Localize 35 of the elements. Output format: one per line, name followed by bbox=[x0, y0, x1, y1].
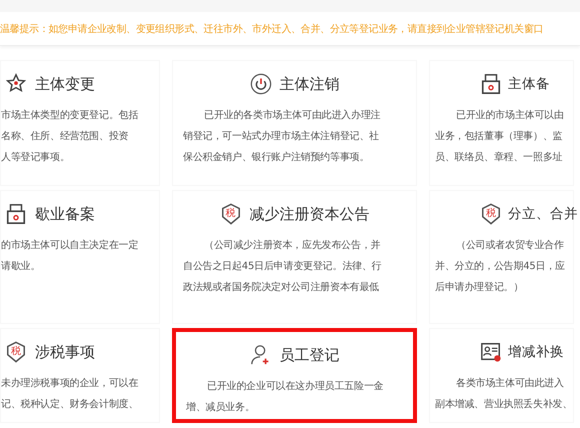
service-card[interactable]: 增减补换 各类市场主体可由此进入 副本增减、营业执照丢失补发、 bbox=[429, 328, 574, 423]
service-card[interactable]: 税 减少注册资本公告 （公司减少注册资本，应先发布公告，并 自公告之日起45日后申请变更登记。法律、行 政法规或者国务院决定对公司注册资本有最低 bbox=[172, 190, 417, 324]
card-title: 员工登记 bbox=[280, 346, 340, 364]
service-card[interactable]: 主体注销 已开业的各类市场主体可由此进入办理注 销登记，可一站式办理市场主体注销登记、社 保公积金销户、银行账户注销预约等事项。 bbox=[172, 60, 417, 186]
card-title: 主体变更 bbox=[35, 74, 95, 94]
printer-icon bbox=[5, 203, 27, 225]
card-title: 歇业备案 bbox=[35, 204, 95, 224]
card-description: 各类市场主体可由此进入 副本增减、营业执照丢失补发、 bbox=[434, 376, 573, 412]
tax-shield-icon: 税 bbox=[220, 203, 242, 225]
card-title: 主体备 bbox=[508, 75, 550, 93]
card-description: 市场主体类型的变更登记。包括 名称、住所、经营范围、投资 人等登记事项。 bbox=[1, 108, 140, 165]
id-card-icon bbox=[480, 341, 502, 363]
card-description: 已开业的市场主体可以由 业务，包括董事（理事）、监 员、联络员、章程、一照多址 bbox=[434, 108, 565, 165]
card-description: （公司减少注册资本，应先发布公告，并 自公告之日起45日后申请变更登记。法律、行 政法规或者国务院决定对公司注册资本有最低 bbox=[182, 238, 383, 295]
printer-icon bbox=[480, 73, 502, 95]
star-icon bbox=[5, 73, 27, 95]
card-title: 减少注册资本公告 bbox=[250, 204, 370, 224]
user-add-icon bbox=[250, 344, 272, 366]
service-card[interactable]: 税 涉税事项 未办理涉税事项的企业，可以在 记、税种认定、财务会计制度、 bbox=[0, 328, 160, 423]
card-description: （公司或者农贸专业合作 并、分立的，公告期45日，应 后申请办理登记。） bbox=[434, 238, 566, 295]
card-description: 已开业的企业可以在这办理员工五险一金 增、减员业务。 bbox=[185, 380, 384, 415]
tax-shield-icon: 税 bbox=[480, 203, 502, 225]
card-description: 未办理涉税事项的企业，可以在 记、税种认定、财务会计制度、 bbox=[1, 376, 140, 412]
service-card[interactable]: 主体变更 市场主体类型的变更登记。包括 名称、住所、经营范围、投资 人等登记事项。 bbox=[0, 60, 160, 186]
power-icon bbox=[250, 73, 272, 95]
service-card[interactable]: 员工登记 已开业的企业可以在这办理员工五险一金 增、减员业务。 bbox=[172, 328, 417, 423]
service-card[interactable]: 主体备 已开业的市场主体可以由 业务，包括董事（理事）、监 员、联络员、章程、一照多址 bbox=[429, 60, 574, 186]
tax-shield-icon: 税 bbox=[5, 341, 27, 363]
service-card[interactable]: 歇业备案 的市场主体可以自主决定在一定 请歇业。 bbox=[0, 190, 160, 324]
card-title: 涉税事项 bbox=[35, 342, 95, 362]
card-title: 增减补换 bbox=[508, 343, 564, 361]
notice-text: 温馨提示：如您申请企业改制、变更组织形式、迁往市外、市外迁入、合并、分立等登记业务，请直接到企业管辖登记机关窗口 bbox=[0, 22, 544, 36]
card-description: 已开业的各类市场主体可由此进入办理注 销登记，可一站式办理市场主体注销登记、社 保公积金销户、银行账户注销预约等事项。 bbox=[182, 108, 382, 165]
card-title: 主体注销 bbox=[280, 74, 340, 94]
card-description: 的市场主体可以自主决定在一定 请歇业。 bbox=[1, 238, 140, 274]
